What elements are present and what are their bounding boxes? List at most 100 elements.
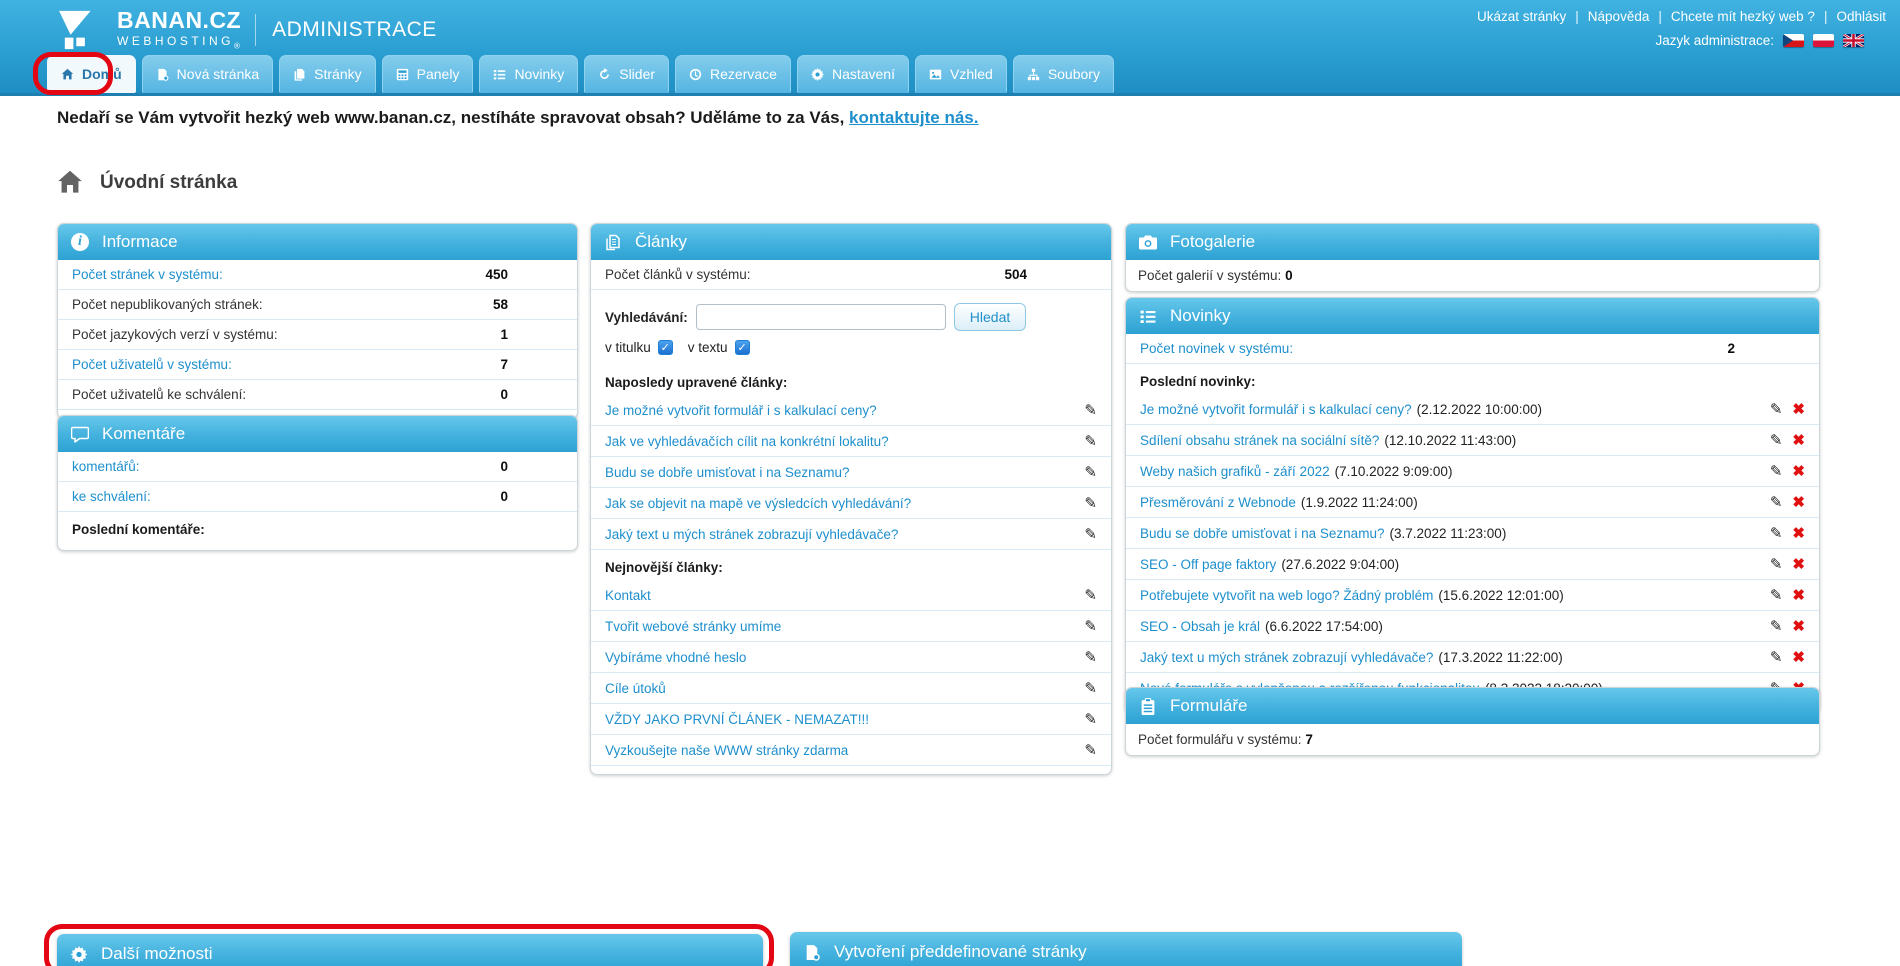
comments-count-link[interactable]: komentářů: bbox=[72, 459, 140, 474]
edit-pencil-icon[interactable]: ✎ bbox=[1084, 679, 1097, 697]
delete-x-icon[interactable]: ✖ bbox=[1792, 401, 1805, 418]
search-button[interactable]: Hledat bbox=[954, 303, 1026, 331]
tab-slider[interactable]: Slider bbox=[584, 55, 669, 93]
panel-novinky: Novinky Počet novinek v systému:2 Posled… bbox=[1125, 297, 1820, 713]
article-link[interactable]: Vyzkoušejte naše WWW stránky zdarma bbox=[605, 743, 848, 758]
news-link[interactable]: Potřebujete vytvořit na web logo? Žádný … bbox=[1140, 588, 1433, 603]
edit-pencil-icon[interactable]: ✎ bbox=[1770, 649, 1783, 666]
article-link[interactable]: Jak ve vyhledávačích cílit na konkrétní … bbox=[605, 434, 889, 449]
tab-stranky[interactable]: Stránky bbox=[279, 55, 375, 93]
article-row: VŽDY JAKO PRVNÍ ČLÁNEK - NEMAZAT!!! ✎ bbox=[591, 704, 1111, 735]
tab-rezervace[interactable]: Rezervace bbox=[675, 55, 791, 93]
header-links: Ukázat stránky| Nápověda| Chcete mít hez… bbox=[1477, 9, 1886, 48]
news-link[interactable]: Weby našich grafiků - září 2022 bbox=[1140, 464, 1330, 479]
gear-icon bbox=[811, 68, 824, 81]
edit-pencil-icon[interactable]: ✎ bbox=[1770, 494, 1783, 511]
brand-name: BANAN.CZ bbox=[117, 9, 241, 32]
news-link[interactable]: Jaký text u mých stránek zobrazují vyhle… bbox=[1140, 650, 1433, 665]
tab-nova-stranka[interactable]: Nová stránka bbox=[142, 55, 273, 93]
app-header: BANAN.CZ WEBHOSTING® ADMINISTRACE Ukázat… bbox=[0, 0, 1900, 96]
edit-pencil-icon[interactable]: ✎ bbox=[1770, 463, 1783, 480]
news-date: (12.10.2022 11:43:00) bbox=[1384, 433, 1516, 448]
delete-x-icon[interactable]: ✖ bbox=[1792, 463, 1805, 480]
news-link[interactable]: SEO - Off page faktory bbox=[1140, 557, 1276, 572]
in-text-label: v textu bbox=[688, 340, 728, 355]
article-link[interactable]: Jak se objevit na mapě ve výsledcích vyh… bbox=[605, 496, 911, 511]
news-link[interactable]: Budu se dobře umisťovat i na Seznamu? bbox=[1140, 526, 1384, 541]
delete-x-icon[interactable]: ✖ bbox=[1792, 525, 1805, 542]
brand-area[interactable]: BANAN.CZ WEBHOSTING® ADMINISTRACE bbox=[57, 9, 437, 51]
news-date: (17.3.2022 11:22:00) bbox=[1438, 650, 1562, 665]
panel-komentare: Komentáře komentářů:0 ke schválení:0 Pos… bbox=[57, 415, 578, 551]
search-label: Vyhledávání: bbox=[605, 310, 688, 325]
panel-dalsi-moznosti-header[interactable]: Další možnosti bbox=[57, 934, 763, 966]
tab-novinky[interactable]: Novinky bbox=[479, 55, 578, 93]
news-list-icon bbox=[493, 68, 506, 81]
tab-nastaveni[interactable]: Nastavení bbox=[797, 55, 909, 93]
delete-x-icon[interactable]: ✖ bbox=[1792, 649, 1805, 666]
edit-pencil-icon[interactable]: ✎ bbox=[1770, 587, 1783, 604]
article-link[interactable]: Je možné vytvořit formulář i s kalkulací… bbox=[605, 403, 877, 418]
article-link[interactable]: Jaký text u mých stránek zobrazují vyhle… bbox=[605, 527, 898, 542]
news-link[interactable]: SEO - Obsah je král bbox=[1140, 619, 1260, 634]
article-link[interactable]: Budu se dobře umisťovat i na Seznamu? bbox=[605, 465, 849, 480]
edit-pencil-icon[interactable]: ✎ bbox=[1084, 648, 1097, 666]
edit-pencil-icon[interactable]: ✎ bbox=[1084, 432, 1097, 450]
stat-row: Počet článků v systému:504 bbox=[591, 260, 1111, 290]
contact-us-link[interactable]: kontaktujte nás. bbox=[849, 108, 978, 127]
news-date: (2.12.2022 10:00:00) bbox=[1417, 402, 1542, 417]
delete-x-icon[interactable]: ✖ bbox=[1792, 556, 1805, 573]
edit-pencil-icon[interactable]: ✎ bbox=[1084, 617, 1097, 635]
article-link[interactable]: Kontakt bbox=[605, 588, 651, 603]
english-flag-icon[interactable] bbox=[1843, 34, 1864, 47]
tab-vzhled[interactable]: Vzhled bbox=[915, 55, 1007, 93]
edit-pencil-icon[interactable]: ✎ bbox=[1770, 401, 1783, 418]
in-text-checkbox[interactable]: ✓ bbox=[735, 340, 750, 355]
tab-domu[interactable]: Domů bbox=[47, 55, 136, 93]
edit-pencil-icon[interactable]: ✎ bbox=[1084, 494, 1097, 512]
czech-flag-icon[interactable] bbox=[1783, 34, 1804, 47]
help-link[interactable]: Nápověda bbox=[1588, 9, 1650, 24]
logout-link[interactable]: Odhlásit bbox=[1836, 9, 1886, 24]
edit-pencil-icon[interactable]: ✎ bbox=[1084, 525, 1097, 543]
nice-web-link[interactable]: Chcete mít hezký web ? bbox=[1671, 9, 1815, 24]
gear-icon bbox=[70, 946, 88, 963]
polish-flag-icon[interactable] bbox=[1813, 34, 1834, 47]
delete-x-icon[interactable]: ✖ bbox=[1792, 432, 1805, 449]
users-count-link[interactable]: Počet uživatelů v systému: bbox=[72, 357, 232, 372]
delete-x-icon[interactable]: ✖ bbox=[1792, 587, 1805, 604]
edit-pencil-icon[interactable]: ✎ bbox=[1770, 556, 1783, 573]
edit-pencil-icon[interactable]: ✎ bbox=[1084, 741, 1097, 759]
comment-icon bbox=[71, 426, 89, 443]
news-row: SEO - Obsah je král (6.6.2022 17:54:00) ✎ ✖ bbox=[1126, 611, 1819, 642]
edit-pencil-icon[interactable]: ✎ bbox=[1084, 401, 1097, 419]
news-link[interactable]: Sdílení obsahu stránek na sociální sítě? bbox=[1140, 433, 1379, 448]
edit-pencil-icon[interactable]: ✎ bbox=[1084, 463, 1097, 481]
article-link[interactable]: Vybíráme vhodné heslo bbox=[605, 650, 746, 665]
news-count-link[interactable]: Počet novinek v systému: bbox=[1140, 341, 1293, 356]
pages-count-link[interactable]: Počet stránek v systému: bbox=[72, 267, 223, 282]
edit-pencil-icon[interactable]: ✎ bbox=[1770, 618, 1783, 635]
article-link[interactable]: VŽDY JAKO PRVNÍ ČLÁNEK - NEMAZAT!!! bbox=[605, 712, 869, 727]
news-date: (6.6.2022 17:54:00) bbox=[1265, 619, 1383, 634]
brand-sub: WEBHOSTING bbox=[117, 34, 234, 48]
comments-approve-link[interactable]: ke schválení: bbox=[72, 489, 151, 504]
delete-x-icon[interactable]: ✖ bbox=[1792, 618, 1805, 635]
edit-pencil-icon[interactable]: ✎ bbox=[1770, 525, 1783, 542]
tab-panely[interactable]: Panely bbox=[382, 55, 474, 93]
in-title-checkbox[interactable]: ✓ bbox=[658, 340, 673, 355]
show-site-link[interactable]: Ukázat stránky bbox=[1477, 9, 1566, 24]
tab-soubory[interactable]: Soubory bbox=[1013, 55, 1114, 93]
article-link[interactable]: Tvořit webové stránky umíme bbox=[605, 619, 781, 634]
news-link[interactable]: Je možné vytvořit formulář i s kalkulací… bbox=[1140, 402, 1412, 417]
delete-x-icon[interactable]: ✖ bbox=[1792, 494, 1805, 511]
news-link[interactable]: Přesměrování z Webnode bbox=[1140, 495, 1296, 510]
banan-logo-icon bbox=[57, 9, 107, 51]
edit-pencil-icon[interactable]: ✎ bbox=[1084, 710, 1097, 728]
search-input[interactable] bbox=[696, 304, 946, 330]
news-date: (7.10.2022 9:09:00) bbox=[1335, 464, 1453, 479]
edit-pencil-icon[interactable]: ✎ bbox=[1084, 586, 1097, 604]
panel-vytvoreni-stranky-header[interactable]: Vytvoření předdefinované stránky bbox=[790, 932, 1462, 966]
article-link[interactable]: Cíle útoků bbox=[605, 681, 666, 696]
edit-pencil-icon[interactable]: ✎ bbox=[1770, 432, 1783, 449]
